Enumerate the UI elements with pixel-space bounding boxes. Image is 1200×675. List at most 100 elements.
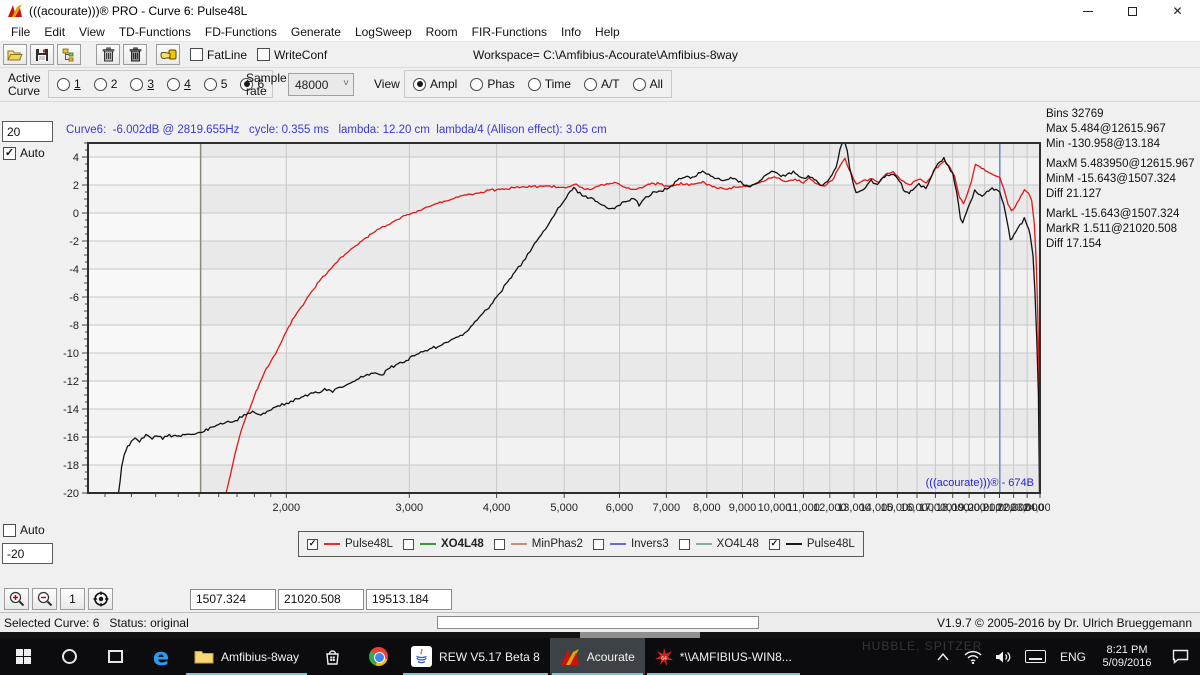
windows-store-button[interactable] <box>309 638 355 675</box>
svg-text:-10: -10 <box>63 348 79 360</box>
curve-radio-5[interactable]: 5 <box>204 77 228 91</box>
version-label: V1.9.7 © 2005-2016 by Dr. Ulrich Bruegge… <box>937 616 1192 630</box>
menu-item-help[interactable]: Help <box>588 23 627 41</box>
wifi-button[interactable] <box>958 638 988 675</box>
mark-right-value[interactable]: 21020.508 <box>278 589 364 610</box>
stats-line: MarkL -15.643@1507.324 <box>1046 207 1198 222</box>
touch-keyboard-button[interactable] <box>1018 638 1052 675</box>
menu-item-fir-functions[interactable]: FIR-Functions <box>465 23 554 41</box>
svg-text:6,000: 6,000 <box>606 502 634 514</box>
y-max-auto-checkbox[interactable] <box>3 147 16 160</box>
delete-all-curves-button[interactable] <box>123 44 147 65</box>
progress-bar <box>437 616 759 629</box>
start-button[interactable] <box>0 638 46 675</box>
mark-left-value[interactable]: 1507.324 <box>190 589 276 610</box>
sample-rate-select[interactable]: 48000 ˅ <box>288 73 354 96</box>
legend-item: Pulse48L <box>769 538 855 550</box>
legend-color-dash <box>696 543 712 545</box>
save-file-button[interactable] <box>30 44 54 65</box>
taskbar-item-amfibius-folder[interactable]: Amfibius-8way <box>184 638 309 675</box>
action-center-button[interactable] <box>1160 638 1200 675</box>
svg-text:-18: -18 <box>63 460 79 472</box>
y-min-auto-checkbox[interactable] <box>3 524 16 537</box>
curve-tree-icon <box>62 48 77 62</box>
svg-text:24,000: 24,000 <box>1023 502 1050 514</box>
legend-label: MinPhas2 <box>532 538 583 550</box>
frequency-response-chart[interactable]: 2,0003,0004,0005,0006,0007,0008,0009,000… <box>40 140 1050 532</box>
zoom-in-icon <box>9 591 25 607</box>
legend-checkbox[interactable] <box>494 539 505 550</box>
volume-button[interactable] <box>988 638 1018 675</box>
writeconf-label: WriteConf <box>274 48 327 62</box>
taskbar-item-label: Amfibius-8way <box>221 650 299 664</box>
zoom-out-button[interactable] <box>32 588 57 610</box>
active-curve-label: Active Curve <box>8 72 41 98</box>
menu-item-fd-functions[interactable]: FD-Functions <box>198 23 284 41</box>
writeconf-checkbox[interactable] <box>257 48 270 61</box>
workspace-path-label: Workspace= C:\Amfibius-Acourate\Amfibius… <box>473 48 738 62</box>
task-view-button[interactable] <box>92 638 138 675</box>
legend-checkbox[interactable] <box>769 539 780 550</box>
zoom-in-button[interactable] <box>4 588 29 610</box>
view-radio-ampl[interactable]: Ampl <box>413 77 457 91</box>
tray-chevron-button[interactable] <box>928 638 958 675</box>
curve-radio-4[interactable]: 4 <box>167 77 191 91</box>
zoom-reset-button[interactable]: 1 <box>60 588 85 610</box>
sample-rate-value: 48000 <box>295 78 328 92</box>
toolbar: FatLine WriteConf Workspace= C:\Amfibius… <box>0 42 1200 68</box>
cortana-search-button[interactable] <box>46 638 92 675</box>
chrome-browser-button[interactable] <box>355 638 401 675</box>
legend-item: MinPhas2 <box>494 538 583 550</box>
menu-item-edit[interactable]: Edit <box>37 23 72 41</box>
radio-label: 2 <box>111 77 118 91</box>
clock-button[interactable]: 8:21 PM 5/09/2016 <box>1094 638 1160 675</box>
fatline-checkbox[interactable] <box>190 48 203 61</box>
view-radio-all[interactable]: All <box>633 77 663 91</box>
wifi-icon <box>964 650 982 664</box>
y-max-input[interactable]: 20 <box>2 121 53 142</box>
taskbar-item-rew[interactable]: REW V5.17 Beta 8 <box>401 638 550 675</box>
curve-radio-2[interactable]: 2 <box>94 77 118 91</box>
view-radio-time[interactable]: Time <box>528 77 571 91</box>
stats-panel: Bins 32769Max 5.484@12615.967Min -130.95… <box>1046 107 1198 257</box>
menu-item-generate[interactable]: Generate <box>284 23 348 41</box>
stats-line: MaxM 5.483950@12615.967 <box>1046 157 1198 172</box>
radio-label: Ampl <box>430 77 457 91</box>
menu-item-view[interactable]: View <box>72 23 112 41</box>
taskbar-item-acourate[interactable]: Acourate <box>550 638 645 675</box>
close-button[interactable]: ✕ <box>1155 0 1200 22</box>
legend-checkbox[interactable] <box>403 539 414 550</box>
taskbar-item-label: Acourate <box>587 650 635 664</box>
radio-icon <box>470 78 483 91</box>
maximize-button[interactable] <box>1110 0 1155 22</box>
menu-item-logsweep[interactable]: LogSweep <box>348 23 419 41</box>
mark-width-value[interactable]: 19513.184 <box>366 589 452 610</box>
test-convolution-button[interactable] <box>156 44 180 65</box>
menu-item-file[interactable]: File <box>4 23 37 41</box>
view-radio-phas[interactable]: Phas <box>470 77 514 91</box>
menu-item-room[interactable]: Room <box>419 23 465 41</box>
legend-color-dash <box>420 543 436 545</box>
curve-radio-1[interactable]: 1 <box>57 77 81 91</box>
taskbar-item-amfibius-win8[interactable]: 64 *\\AMFIBIUS-WIN8... <box>645 638 802 675</box>
legend-checkbox[interactable] <box>593 539 604 550</box>
minimize-button[interactable] <box>1065 0 1110 22</box>
y-min-input[interactable]: -20 <box>2 543 53 564</box>
view-radio-at[interactable]: A/T <box>584 77 620 91</box>
svg-text:-20: -20 <box>63 488 79 500</box>
language-button[interactable]: ENG <box>1052 638 1094 675</box>
marker-target-button[interactable] <box>88 588 113 610</box>
svg-text:7,000: 7,000 <box>653 502 681 514</box>
curve-radio-3[interactable]: 3 <box>130 77 154 91</box>
delete-curve-button[interactable] <box>96 44 120 65</box>
open-file-button[interactable] <box>3 44 27 65</box>
menu-item-td-functions[interactable]: TD-Functions <box>112 23 198 41</box>
legend-checkbox[interactable] <box>679 539 690 550</box>
menu-item-info[interactable]: Info <box>554 23 588 41</box>
curve-manager-button[interactable] <box>57 44 81 65</box>
edge-browser-button[interactable]: e <box>138 638 184 675</box>
legend-checkbox[interactable] <box>307 539 318 550</box>
radio-icon <box>94 78 107 91</box>
svg-text:2,000: 2,000 <box>273 502 301 514</box>
cortana-icon <box>62 649 77 664</box>
